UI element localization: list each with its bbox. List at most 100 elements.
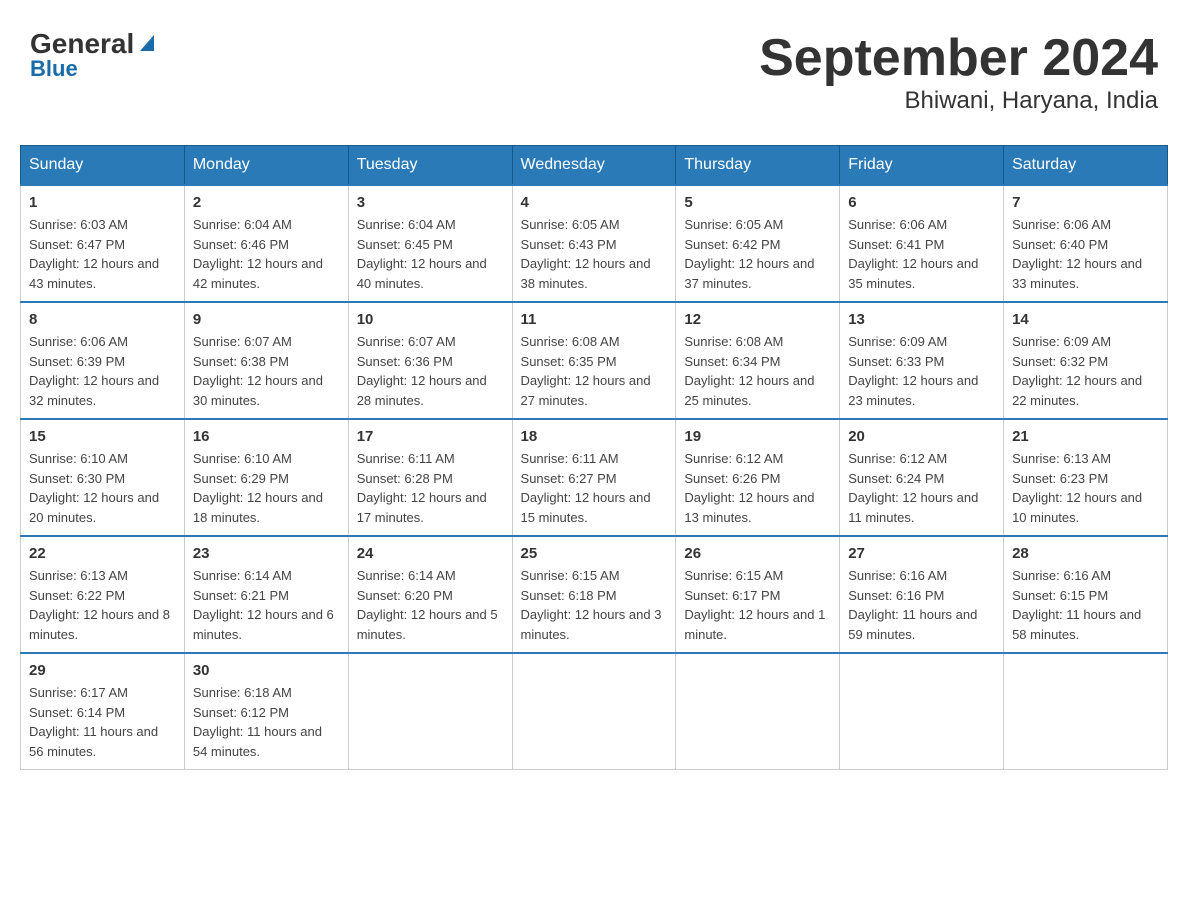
daylight-label: Daylight: 12 hours and 11 minutes. — [848, 490, 978, 525]
sunrise-label: Sunrise: 6:14 AM — [193, 568, 292, 583]
sunset-label: Sunset: 6:21 PM — [193, 588, 289, 603]
logo-triangle-icon — [136, 31, 158, 53]
day-info: Sunrise: 6:05 AM Sunset: 6:42 PM Dayligh… — [684, 215, 831, 293]
day-number: 5 — [684, 194, 831, 211]
calendar-cell: 19 Sunrise: 6:12 AM Sunset: 6:26 PM Dayl… — [676, 419, 840, 536]
day-info: Sunrise: 6:09 AM Sunset: 6:33 PM Dayligh… — [848, 332, 995, 410]
sunrise-label: Sunrise: 6:18 AM — [193, 685, 292, 700]
sunrise-label: Sunrise: 6:13 AM — [29, 568, 128, 583]
sunrise-label: Sunrise: 6:05 AM — [684, 217, 783, 232]
day-number: 11 — [521, 311, 668, 328]
day-info: Sunrise: 6:04 AM Sunset: 6:46 PM Dayligh… — [193, 215, 340, 293]
sunset-label: Sunset: 6:39 PM — [29, 354, 125, 369]
sunrise-label: Sunrise: 6:04 AM — [357, 217, 456, 232]
calendar-cell: 27 Sunrise: 6:16 AM Sunset: 6:16 PM Dayl… — [840, 536, 1004, 653]
page-header: General Blue September 2024 Bhiwani, Har… — [20, 20, 1168, 125]
day-number: 26 — [684, 545, 831, 562]
sunset-label: Sunset: 6:17 PM — [684, 588, 780, 603]
day-info: Sunrise: 6:12 AM Sunset: 6:24 PM Dayligh… — [848, 449, 995, 527]
sunrise-label: Sunrise: 6:07 AM — [357, 334, 456, 349]
header-saturday: Saturday — [1004, 146, 1168, 186]
day-info: Sunrise: 6:11 AM Sunset: 6:28 PM Dayligh… — [357, 449, 504, 527]
sunset-label: Sunset: 6:40 PM — [1012, 237, 1108, 252]
daylight-label: Daylight: 12 hours and 38 minutes. — [521, 256, 651, 291]
day-info: Sunrise: 6:13 AM Sunset: 6:22 PM Dayligh… — [29, 566, 176, 644]
day-number: 16 — [193, 428, 340, 445]
day-info: Sunrise: 6:10 AM Sunset: 6:29 PM Dayligh… — [193, 449, 340, 527]
day-number: 2 — [193, 194, 340, 211]
calendar-cell: 15 Sunrise: 6:10 AM Sunset: 6:30 PM Dayl… — [21, 419, 185, 536]
day-number: 9 — [193, 311, 340, 328]
sunset-label: Sunset: 6:38 PM — [193, 354, 289, 369]
day-number: 20 — [848, 428, 995, 445]
sunset-label: Sunset: 6:33 PM — [848, 354, 944, 369]
day-info: Sunrise: 6:06 AM Sunset: 6:39 PM Dayligh… — [29, 332, 176, 410]
day-number: 12 — [684, 311, 831, 328]
calendar-cell: 28 Sunrise: 6:16 AM Sunset: 6:15 PM Dayl… — [1004, 536, 1168, 653]
calendar-cell: 4 Sunrise: 6:05 AM Sunset: 6:43 PM Dayli… — [512, 185, 676, 302]
day-info: Sunrise: 6:11 AM Sunset: 6:27 PM Dayligh… — [521, 449, 668, 527]
day-info: Sunrise: 6:10 AM Sunset: 6:30 PM Dayligh… — [29, 449, 176, 527]
calendar-cell — [840, 653, 1004, 770]
calendar-cell — [348, 653, 512, 770]
sunrise-label: Sunrise: 6:16 AM — [1012, 568, 1111, 583]
daylight-label: Daylight: 12 hours and 1 minute. — [684, 607, 825, 642]
day-info: Sunrise: 6:06 AM Sunset: 6:41 PM Dayligh… — [848, 215, 995, 293]
header-monday: Monday — [184, 146, 348, 186]
day-info: Sunrise: 6:15 AM Sunset: 6:18 PM Dayligh… — [521, 566, 668, 644]
day-number: 22 — [29, 545, 176, 562]
daylight-label: Daylight: 12 hours and 42 minutes. — [193, 256, 323, 291]
day-number: 13 — [848, 311, 995, 328]
header-wednesday: Wednesday — [512, 146, 676, 186]
daylight-label: Daylight: 12 hours and 15 minutes. — [521, 490, 651, 525]
day-number: 25 — [521, 545, 668, 562]
day-info: Sunrise: 6:08 AM Sunset: 6:35 PM Dayligh… — [521, 332, 668, 410]
daylight-label: Daylight: 12 hours and 27 minutes. — [521, 373, 651, 408]
sunrise-label: Sunrise: 6:11 AM — [357, 451, 455, 466]
sunset-label: Sunset: 6:34 PM — [684, 354, 780, 369]
sunrise-label: Sunrise: 6:15 AM — [521, 568, 620, 583]
daylight-label: Daylight: 12 hours and 33 minutes. — [1012, 256, 1142, 291]
sunrise-label: Sunrise: 6:04 AM — [193, 217, 292, 232]
calendar-cell: 20 Sunrise: 6:12 AM Sunset: 6:24 PM Dayl… — [840, 419, 1004, 536]
day-info: Sunrise: 6:07 AM Sunset: 6:38 PM Dayligh… — [193, 332, 340, 410]
sunset-label: Sunset: 6:42 PM — [684, 237, 780, 252]
day-number: 23 — [193, 545, 340, 562]
sunset-label: Sunset: 6:46 PM — [193, 237, 289, 252]
sunset-label: Sunset: 6:18 PM — [521, 588, 617, 603]
week-row-1: 1 Sunrise: 6:03 AM Sunset: 6:47 PM Dayli… — [21, 185, 1168, 302]
daylight-label: Daylight: 12 hours and 13 minutes. — [684, 490, 814, 525]
calendar-cell: 14 Sunrise: 6:09 AM Sunset: 6:32 PM Dayl… — [1004, 302, 1168, 419]
day-info: Sunrise: 6:15 AM Sunset: 6:17 PM Dayligh… — [684, 566, 831, 644]
day-number: 10 — [357, 311, 504, 328]
sunset-label: Sunset: 6:14 PM — [29, 705, 125, 720]
calendar-cell: 2 Sunrise: 6:04 AM Sunset: 6:46 PM Dayli… — [184, 185, 348, 302]
logo-blue-text: Blue — [30, 56, 78, 82]
day-number: 21 — [1012, 428, 1159, 445]
sunrise-label: Sunrise: 6:10 AM — [29, 451, 128, 466]
calendar-cell: 22 Sunrise: 6:13 AM Sunset: 6:22 PM Dayl… — [21, 536, 185, 653]
calendar-cell — [1004, 653, 1168, 770]
sunrise-label: Sunrise: 6:14 AM — [357, 568, 456, 583]
day-info: Sunrise: 6:12 AM Sunset: 6:26 PM Dayligh… — [684, 449, 831, 527]
day-number: 4 — [521, 194, 668, 211]
week-row-5: 29 Sunrise: 6:17 AM Sunset: 6:14 PM Dayl… — [21, 653, 1168, 770]
calendar-cell: 21 Sunrise: 6:13 AM Sunset: 6:23 PM Dayl… — [1004, 419, 1168, 536]
sunset-label: Sunset: 6:12 PM — [193, 705, 289, 720]
sunrise-label: Sunrise: 6:06 AM — [1012, 217, 1111, 232]
calendar-cell: 18 Sunrise: 6:11 AM Sunset: 6:27 PM Dayl… — [512, 419, 676, 536]
day-number: 7 — [1012, 194, 1159, 211]
day-info: Sunrise: 6:08 AM Sunset: 6:34 PM Dayligh… — [684, 332, 831, 410]
sunset-label: Sunset: 6:22 PM — [29, 588, 125, 603]
daylight-label: Daylight: 12 hours and 8 minutes. — [29, 607, 170, 642]
sunset-label: Sunset: 6:41 PM — [848, 237, 944, 252]
calendar-cell: 12 Sunrise: 6:08 AM Sunset: 6:34 PM Dayl… — [676, 302, 840, 419]
logo-general-text: General — [30, 30, 134, 58]
week-row-4: 22 Sunrise: 6:13 AM Sunset: 6:22 PM Dayl… — [21, 536, 1168, 653]
day-info: Sunrise: 6:14 AM Sunset: 6:21 PM Dayligh… — [193, 566, 340, 644]
day-number: 29 — [29, 662, 176, 679]
sunset-label: Sunset: 6:27 PM — [521, 471, 617, 486]
header-thursday: Thursday — [676, 146, 840, 186]
sunset-label: Sunset: 6:26 PM — [684, 471, 780, 486]
sunrise-label: Sunrise: 6:17 AM — [29, 685, 128, 700]
